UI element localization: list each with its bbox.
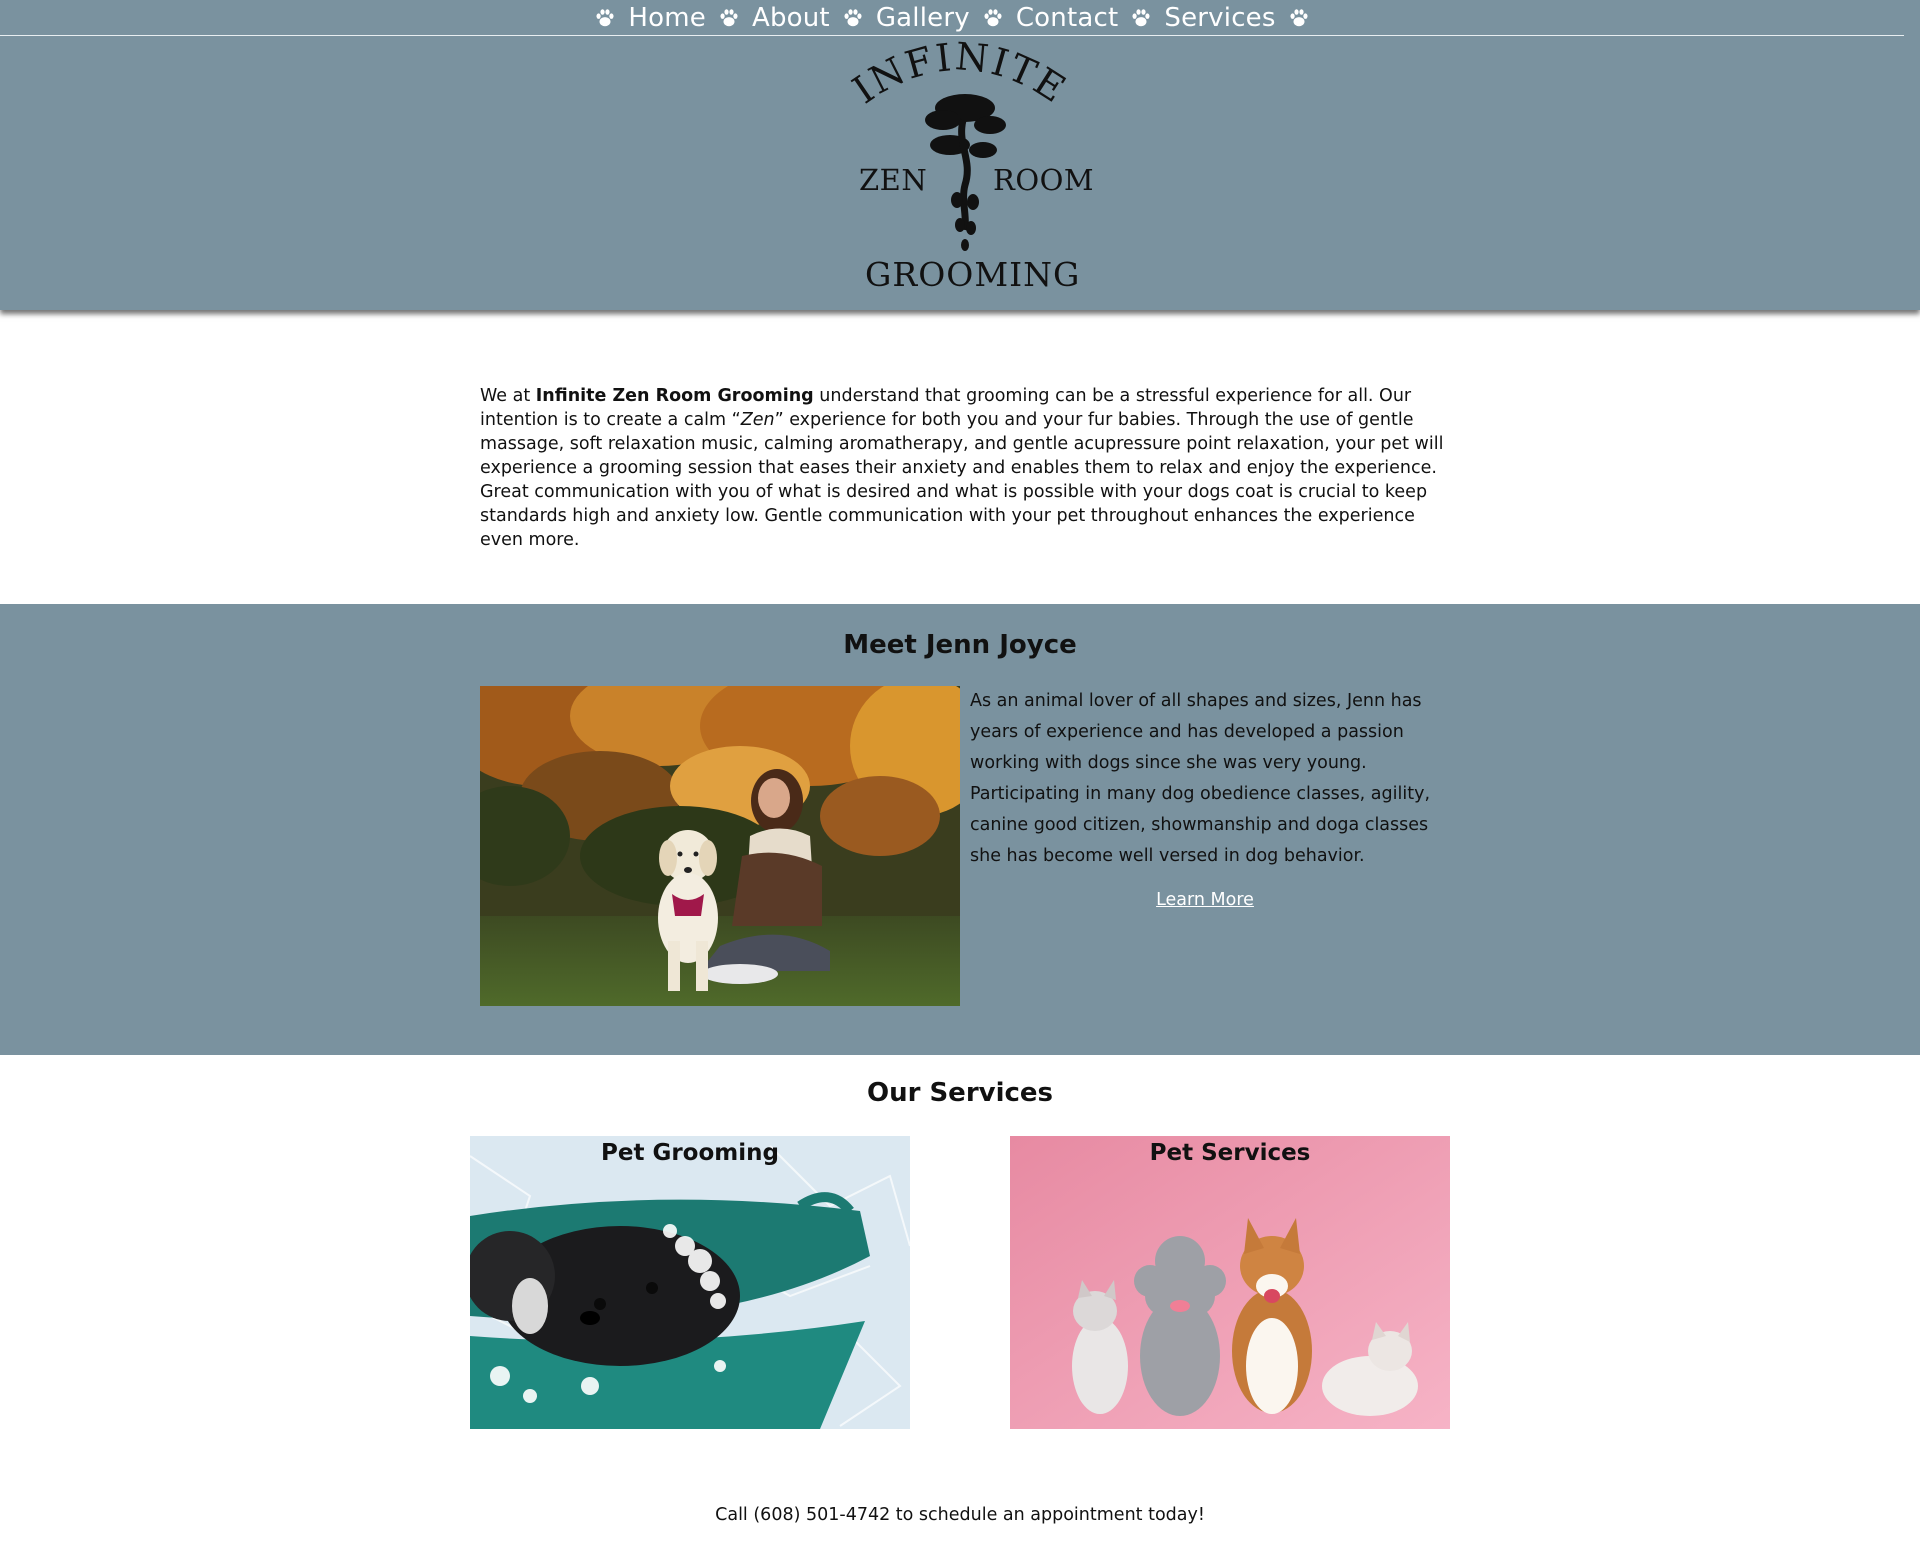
pet-services-title: Pet Services xyxy=(1149,1140,1311,1166)
jenn-photo xyxy=(480,686,960,1006)
call-to-action: Call (608) 501-4742 to schedule an appoi… xyxy=(715,1505,1205,1525)
paw-icon xyxy=(984,8,1002,26)
pet-services-card[interactable]: Pet Services xyxy=(1010,1136,1450,1429)
paw-icon xyxy=(596,8,614,26)
nav-home[interactable]: Home xyxy=(626,0,708,36)
meet-title: Meet Jenn Joyce xyxy=(843,630,1077,660)
intro-prefix: We at xyxy=(480,386,536,406)
pet-grooming-image xyxy=(470,1136,910,1429)
paw-icon xyxy=(1132,8,1150,26)
pet-grooming-title: Pet Grooming xyxy=(601,1140,779,1166)
learn-more-link[interactable]: Learn More xyxy=(970,890,1440,910)
logo-zen: ZEN xyxy=(859,163,928,197)
logo-grooming: GROOMING xyxy=(865,255,1081,294)
pet-services-image xyxy=(1010,1136,1450,1429)
nav-contact[interactable]: Contact xyxy=(1014,0,1121,36)
nav-services[interactable]: Services xyxy=(1162,0,1277,36)
meet-section: Meet Jenn Joyce As an animal lover of al… xyxy=(0,604,1920,1055)
site-header: Home About Gallery Contact Services INFI… xyxy=(0,0,1920,310)
logo-room: ROOM xyxy=(993,163,1095,197)
intro-paragraph: We at Infinite Zen Room Grooming underst… xyxy=(480,384,1445,552)
main-nav: Home About Gallery Contact Services xyxy=(0,0,1904,36)
site-logo[interactable]: INFINITE ZEN ROOM GROOMING xyxy=(845,40,1094,305)
paw-icon xyxy=(720,8,738,26)
services-title: Our Services xyxy=(866,1078,1054,1108)
intro-business-name: Infinite Zen Room Grooming xyxy=(535,386,814,406)
paw-icon xyxy=(1290,8,1308,26)
paw-icon xyxy=(844,8,862,26)
pet-grooming-card[interactable]: Pet Grooming xyxy=(470,1136,910,1429)
nav-about[interactable]: About xyxy=(750,0,832,36)
nav-gallery[interactable]: Gallery xyxy=(874,0,972,36)
intro-zen: Zen xyxy=(740,410,775,430)
jenn-bio: As an animal lover of all shapes and siz… xyxy=(970,691,1431,866)
intro-part2: ” experience for both you and your fur b… xyxy=(480,410,1444,550)
